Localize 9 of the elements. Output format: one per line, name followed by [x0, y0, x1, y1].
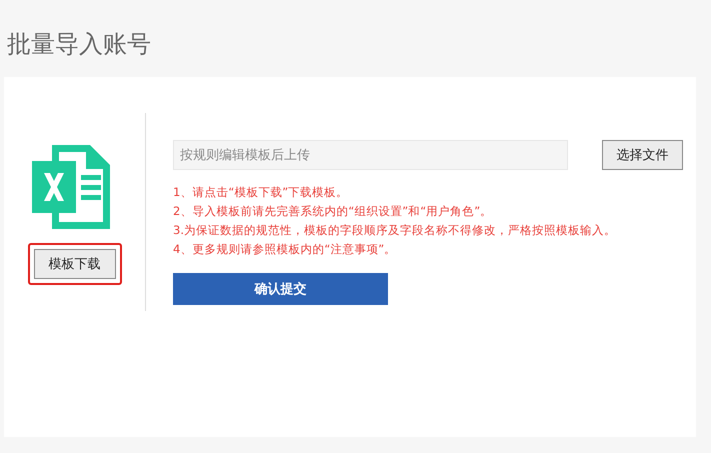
- upload-field[interactable]: 按规则编辑模板后上传: [173, 140, 568, 170]
- rule-text: 1、请点击“模板下载”下载模板。: [173, 184, 350, 201]
- rule-text: 3.为保证数据的规范性，模板的字段顺序及字段名称不得修改，严格按照模板输入。: [173, 222, 617, 239]
- choose-file-button[interactable]: 选择文件: [602, 140, 683, 170]
- submit-button[interactable]: 确认提交: [173, 273, 388, 305]
- rule-text: 2、导入模板前请先完善系统内的“组织设置”和“用户角色”。: [173, 203, 494, 220]
- template-download-button[interactable]: 模板下载: [34, 249, 116, 279]
- page-title: 批量导入账号: [7, 29, 152, 60]
- rule-text: 4、更多规则请参照模板内的“注意事项”。: [173, 241, 398, 258]
